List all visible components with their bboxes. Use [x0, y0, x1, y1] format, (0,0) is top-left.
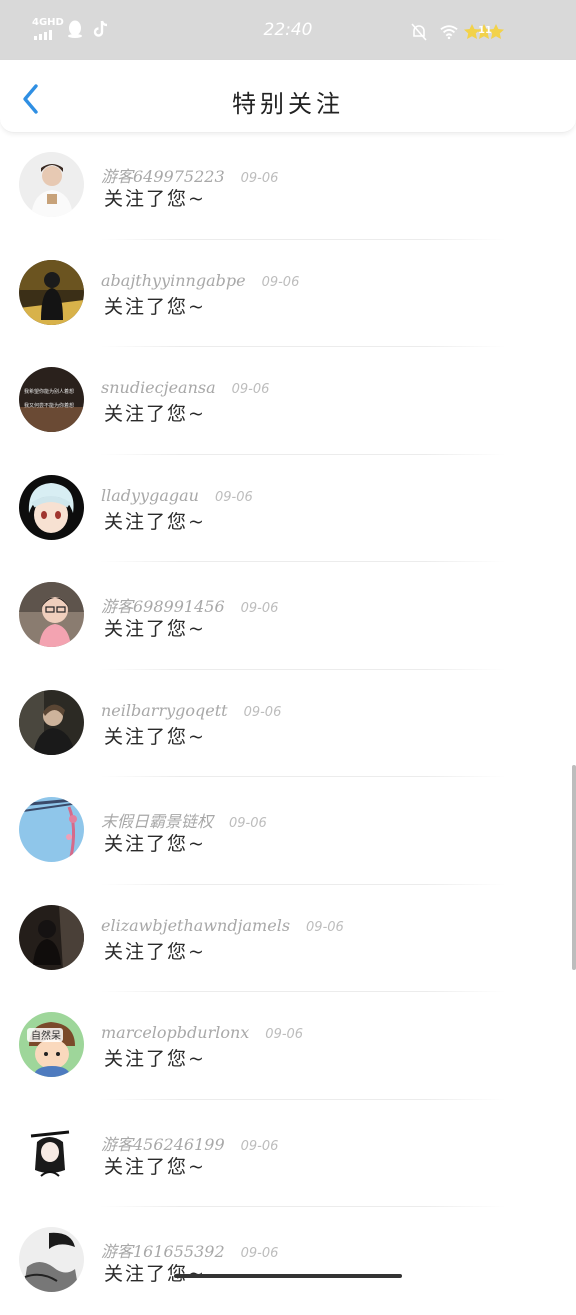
avatar[interactable]	[19, 1119, 84, 1185]
avatar-text-line1: 我希望你能为别人着想	[24, 388, 74, 395]
avatar[interactable]	[19, 259, 84, 325]
username[interactable]: snudiecjeansa	[101, 378, 216, 397]
list-item[interactable]: abajthyyinngabpe 09-06 关注了您~	[0, 240, 576, 347]
date: 09-06	[240, 601, 279, 616]
message: 关注了您~	[104, 1155, 206, 1178]
avatar[interactable]	[19, 152, 84, 217]
message: 关注了您~	[104, 725, 206, 748]
name-line: lladyygagau 09-06	[101, 486, 253, 505]
scrollbar[interactable]	[572, 765, 576, 970]
date: 09-06	[240, 1138, 279, 1154]
list-item[interactable]: 我希望你能为别人着想 我又何尝不能为你着想 snudiecjeansa 09-0…	[0, 347, 576, 455]
message: 关注了您~	[104, 188, 206, 210]
app-header: 特别关注	[0, 60, 576, 133]
date: 09-06	[229, 816, 267, 831]
avatar[interactable]	[19, 474, 84, 540]
username[interactable]: abajthyyinngabpe	[101, 271, 246, 290]
avatar[interactable]	[19, 1227, 84, 1292]
date: 09-06	[306, 919, 344, 935]
battery-icon: 11	[464, 24, 504, 40]
avatar[interactable]: 我希望你能为别人着想 我又何尝不能为你着想	[19, 367, 84, 432]
name-line: marcelopbdurlonx 09-06	[101, 1023, 303, 1042]
date: 09-06	[240, 171, 279, 186]
list-item[interactable]: 游客456246199 09-06 关注了您~	[0, 1100, 576, 1207]
name-line: abajthyyinngabpe 09-06	[101, 271, 299, 290]
username[interactable]: elizawbjethawndjamels	[101, 916, 290, 935]
avatar[interactable]	[19, 582, 84, 647]
list-item[interactable]: 游客161655392 09-06 关注了您~	[0, 1207, 576, 1315]
username[interactable]: lladyygagau	[101, 486, 199, 505]
status-right-icons	[410, 23, 458, 41]
message: 关注了您~	[104, 940, 206, 963]
avatar[interactable]	[19, 904, 84, 970]
notification-list: 游客649975223 09-06 关注了您~ abajthyyinngabpe…	[0, 132, 576, 1315]
list-item[interactable]: 游客698991456 09-06 关注了您~	[0, 562, 576, 670]
avatar[interactable]: 自然呆	[19, 1012, 84, 1077]
message: 关注了您~	[104, 1263, 206, 1285]
message: 关注了您~	[104, 403, 206, 425]
status-bar: 4GHD 22:40 11	[0, 0, 576, 60]
avatar-badge-text: 自然呆	[31, 1029, 61, 1042]
list-item[interactable]: 游客649975223 09-06 关注了您~	[0, 132, 576, 240]
list-item[interactable]: elizawbjethawndjamels 09-06 关注了您~	[0, 885, 576, 992]
wifi-icon	[440, 23, 458, 41]
avatar[interactable]	[19, 689, 84, 755]
name-line: snudiecjeansa 09-06	[101, 378, 269, 397]
date: 09-06	[231, 382, 270, 397]
message: 关注了您~	[104, 295, 206, 318]
page-title: 特别关注	[232, 90, 344, 118]
date: 09-06	[243, 704, 282, 720]
message: 关注了您~	[104, 510, 206, 533]
username[interactable]: marcelopbdurlonx	[101, 1023, 249, 1042]
battery-level: 11	[478, 25, 492, 36]
avatar[interactable]	[19, 797, 84, 862]
date: 09-06	[265, 1027, 304, 1042]
list-item[interactable]: 自然呆 marcelopbdurlonx 09-06 关注了您~	[0, 992, 576, 1100]
username[interactable]: neilbarrygoqett	[101, 701, 228, 720]
date: 09-06	[240, 1246, 279, 1261]
name-line: neilbarrygoqett 09-06	[101, 701, 281, 720]
date: 09-06	[261, 274, 300, 290]
avatar-text-line2: 我又何尝不能为你着想	[24, 402, 74, 409]
message: 关注了您~	[104, 833, 206, 855]
list-item[interactable]: 末假日霸景链权 09-06 关注了您~	[0, 777, 576, 885]
home-indicator[interactable]	[174, 1274, 402, 1278]
date: 09-06	[214, 489, 253, 505]
message: 关注了您~	[104, 1048, 206, 1070]
message: 关注了您~	[104, 618, 206, 640]
list-item[interactable]: neilbarrygoqett 09-06 关注了您~	[0, 670, 576, 777]
name-line: elizawbjethawndjamels 09-06	[101, 916, 344, 935]
mute-bell-icon	[410, 23, 428, 41]
list-item[interactable]: lladyygagau 09-06 关注了您~	[0, 455, 576, 562]
